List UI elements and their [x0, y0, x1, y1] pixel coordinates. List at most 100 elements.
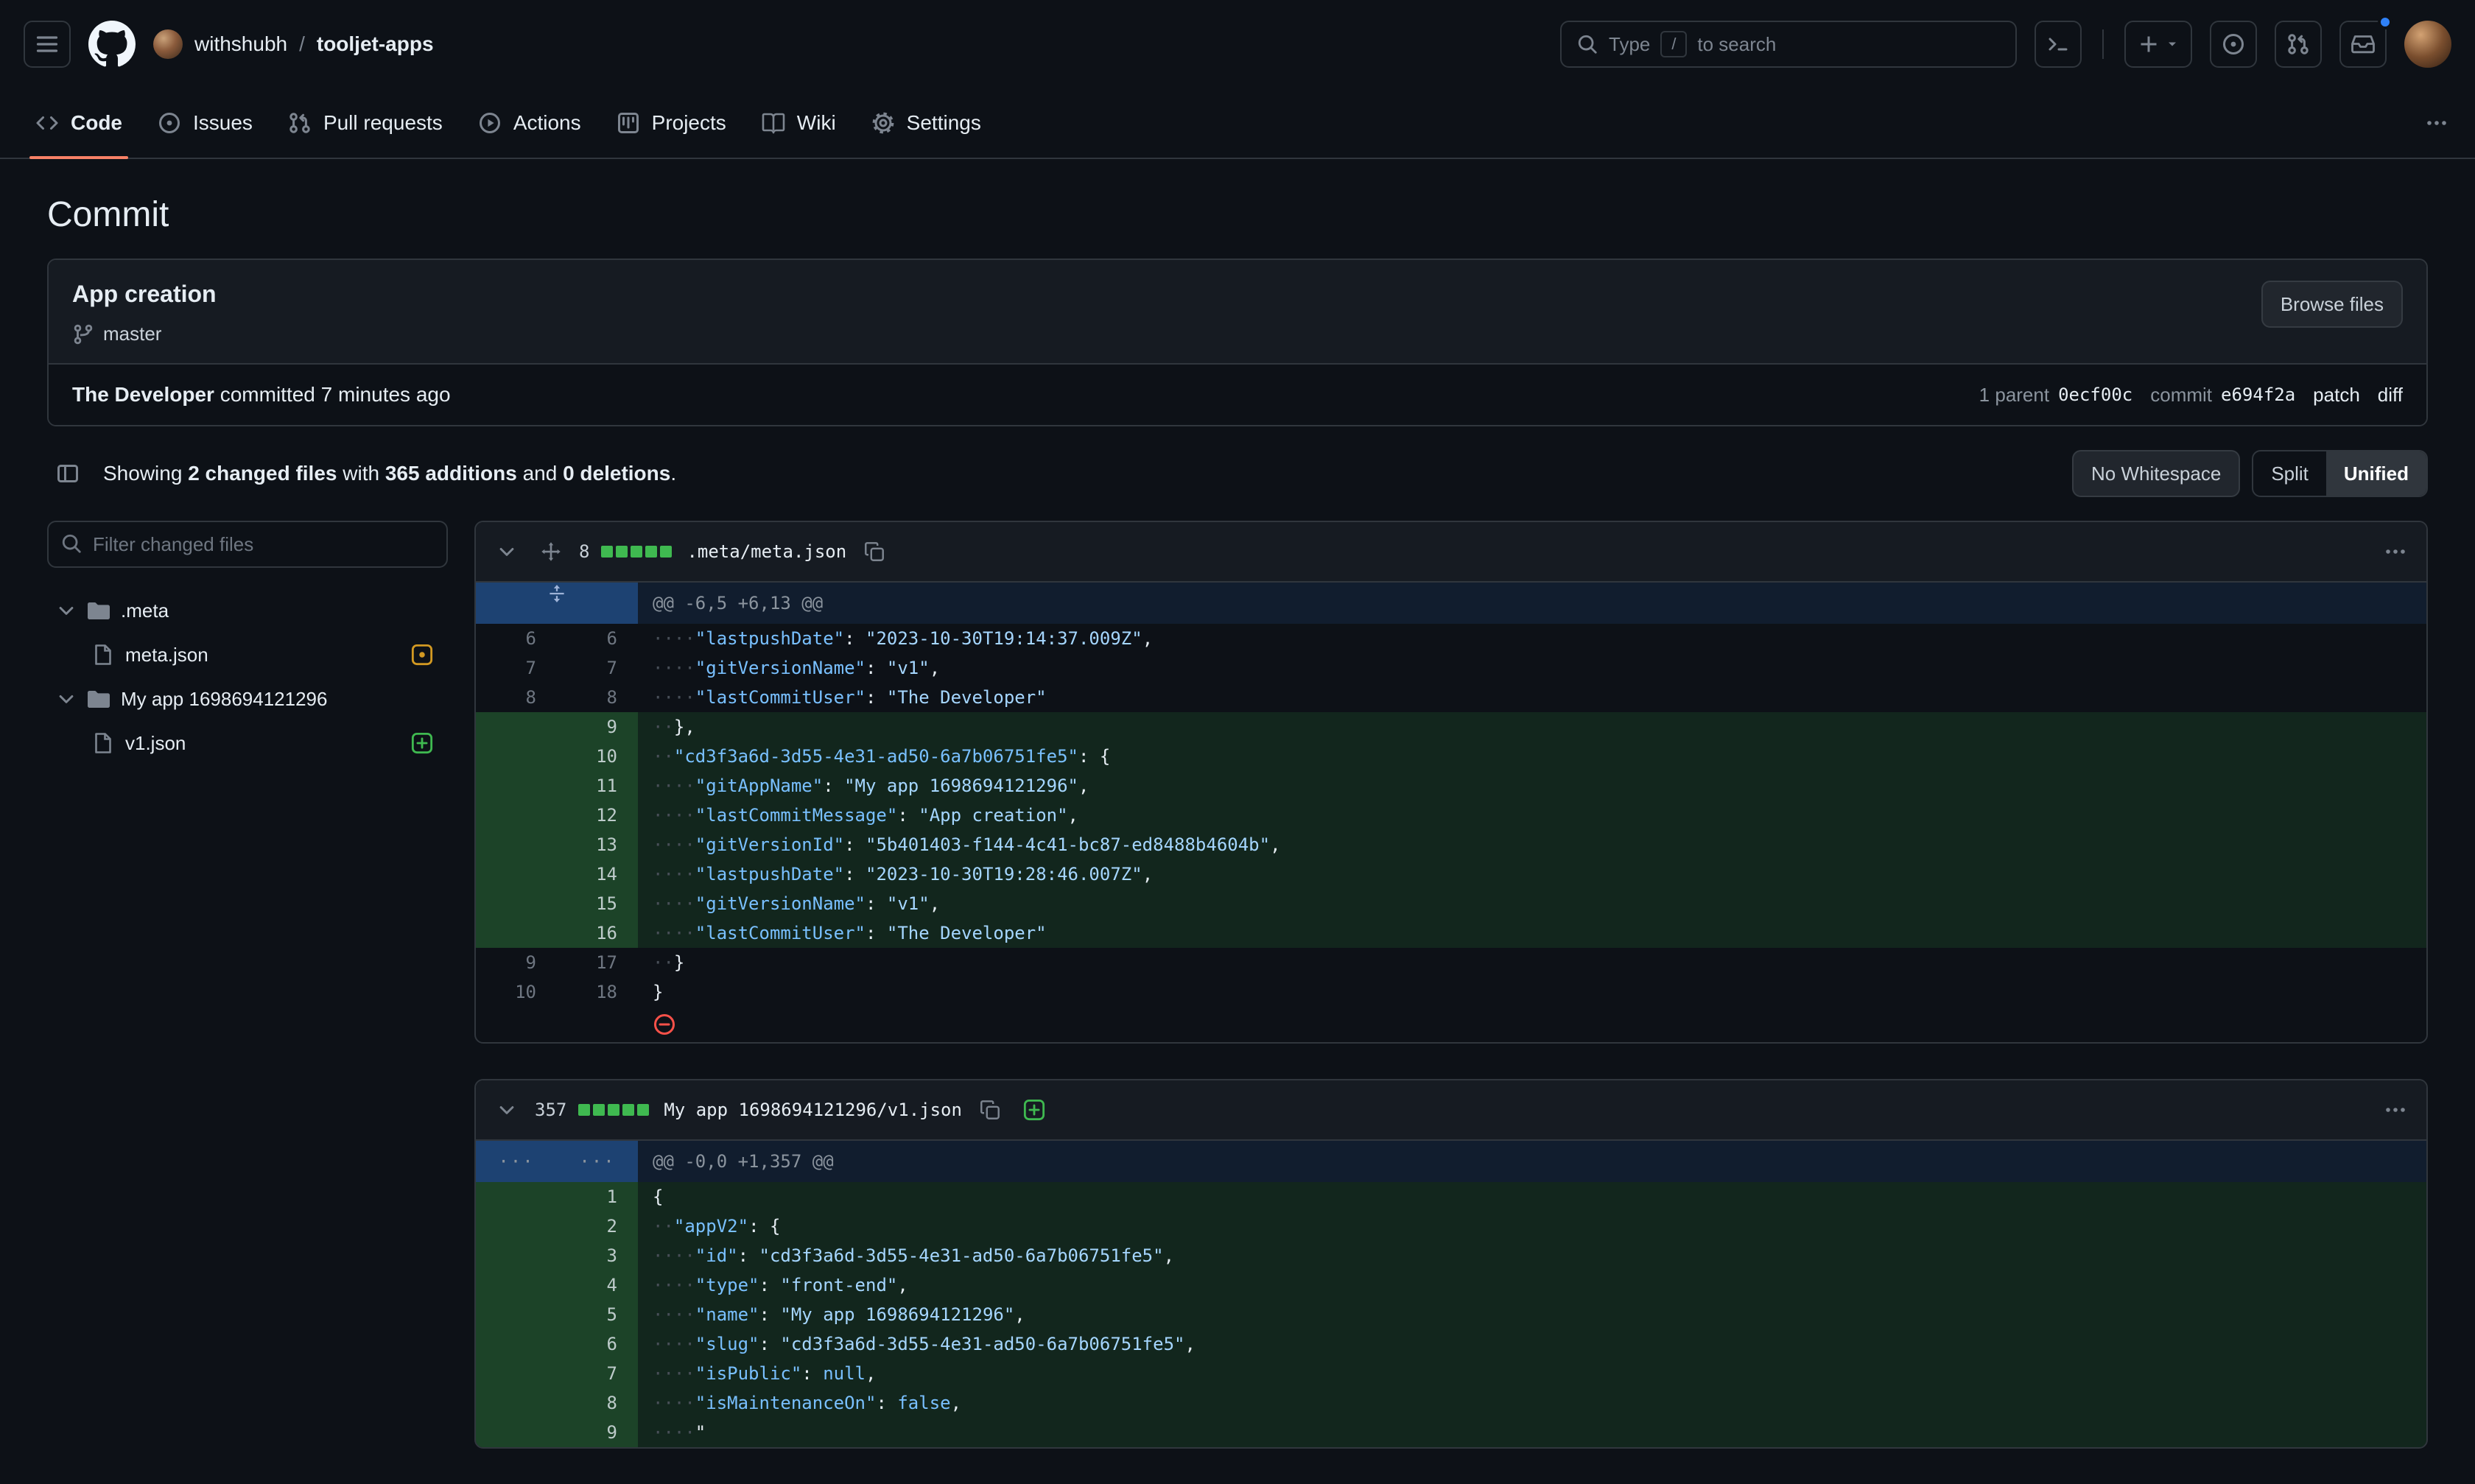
- pull-requests-dashboard-button[interactable]: [2275, 21, 2322, 68]
- line-number-old[interactable]: [476, 1241, 557, 1270]
- line-number-old[interactable]: [476, 1212, 557, 1241]
- tab-label: Wiki: [797, 111, 836, 135]
- breadcrumb-owner[interactable]: withshubh: [194, 32, 287, 56]
- breadcrumb: withshubh / tooljet-apps: [153, 29, 434, 59]
- split-view-button[interactable]: Split: [2253, 451, 2326, 496]
- tab-settings[interactable]: Settings: [854, 88, 999, 158]
- diff-line-add: 16····"lastCommitUser": "The Developer": [476, 918, 2426, 948]
- tab-actions[interactable]: Actions: [460, 88, 599, 158]
- line-number-new[interactable]: 17: [557, 948, 638, 977]
- hunk-header: @@ -6,5 +6,13 @@: [638, 583, 2426, 624]
- tree-file-v1.json[interactable]: v1.json: [47, 721, 448, 765]
- github-logo[interactable]: [88, 21, 136, 68]
- nav-overflow-button[interactable]: [2416, 102, 2457, 144]
- line-number-old[interactable]: 9: [476, 948, 557, 977]
- line-number-new[interactable]: 9: [557, 712, 638, 742]
- line-number-old[interactable]: [476, 1182, 557, 1212]
- tab-projects[interactable]: Projects: [599, 88, 744, 158]
- tab-pull-requests[interactable]: Pull requests: [270, 88, 460, 158]
- notifications-button[interactable]: [2339, 21, 2387, 68]
- line-number-old[interactable]: 8: [476, 683, 557, 712]
- chevron-down-icon[interactable]: [491, 1094, 523, 1126]
- file-kebab-button[interactable]: [2379, 1094, 2412, 1126]
- no-whitespace-button[interactable]: No Whitespace: [2072, 450, 2240, 497]
- diff-link[interactable]: diff: [2378, 384, 2403, 407]
- copy-icon[interactable]: [858, 535, 891, 568]
- git-pull-request-icon: [2286, 32, 2310, 56]
- diff-line-add: 12····"lastCommitMessage": "App creation…: [476, 801, 2426, 830]
- line-number-old[interactable]: [476, 830, 557, 859]
- code-line: ····"lastpushDate": "2023-10-30T19:28:46…: [638, 859, 2426, 889]
- line-number-new[interactable]: 9: [557, 1418, 638, 1447]
- line-number-new[interactable]: 3: [557, 1241, 638, 1270]
- line-number-new[interactable]: 4: [557, 1270, 638, 1300]
- line-number-old[interactable]: 10: [476, 977, 557, 1007]
- line-number-new[interactable]: 11: [557, 771, 638, 801]
- line-number-old[interactable]: [476, 859, 557, 889]
- file-tree-toggle-button[interactable]: [47, 453, 88, 494]
- diff-line-add: 5····"name": "My app 1698694121296",: [476, 1300, 2426, 1329]
- tab-code[interactable]: Code: [18, 88, 140, 158]
- command-palette-button[interactable]: [2035, 21, 2082, 68]
- hunk-expand[interactable]: [476, 583, 638, 624]
- breadcrumb-repo[interactable]: tooljet-apps: [317, 32, 434, 56]
- line-number-new[interactable]: 12: [557, 801, 638, 830]
- code-line: ····"lastCommitMessage": "App creation",: [638, 801, 2426, 830]
- line-number-new[interactable]: 2: [557, 1212, 638, 1241]
- line-number-old[interactable]: [476, 771, 557, 801]
- browse-files-button[interactable]: Browse files: [2261, 281, 2403, 328]
- tree-folder-My-app-1698694121296[interactable]: My app 1698694121296: [47, 677, 448, 721]
- user-avatar[interactable]: [2404, 21, 2451, 68]
- parent-sha-link[interactable]: 0ecf00c: [2058, 384, 2132, 405]
- line-number-new[interactable]: 13: [557, 830, 638, 859]
- line-number-old[interactable]: [476, 1388, 557, 1418]
- line-number-new[interactable]: 7: [557, 653, 638, 683]
- tree-item-label: v1.json: [125, 732, 186, 755]
- line-number-old[interactable]: [476, 918, 557, 948]
- line-number-old[interactable]: [476, 889, 557, 918]
- line-number-new[interactable]: 1: [557, 1182, 638, 1212]
- tree-folder-.meta[interactable]: .meta: [47, 588, 448, 633]
- line-number-old[interactable]: [476, 1329, 557, 1359]
- line-number-new[interactable]: 10: [557, 742, 638, 771]
- line-number-old[interactable]: [476, 1300, 557, 1329]
- line-number-old[interactable]: 7: [476, 653, 557, 683]
- line-number-old[interactable]: [476, 1359, 557, 1388]
- search-input[interactable]: Type / to search: [1560, 21, 2017, 68]
- diffstat-squares: [601, 546, 672, 558]
- line-number-old[interactable]: [476, 712, 557, 742]
- hamburger-button[interactable]: [24, 21, 71, 68]
- branch-name[interactable]: master: [103, 323, 161, 345]
- line-number-old[interactable]: [476, 1270, 557, 1300]
- line-number-old[interactable]: 6: [476, 624, 557, 653]
- line-number-new[interactable]: 6: [557, 1329, 638, 1359]
- unified-view-button[interactable]: Unified: [2326, 451, 2426, 496]
- line-number-new[interactable]: 8: [557, 1388, 638, 1418]
- copy-icon[interactable]: [974, 1094, 1006, 1126]
- tree-item-label: meta.json: [125, 644, 208, 667]
- tree-file-meta.json[interactable]: meta.json: [47, 633, 448, 677]
- filter-changed-files-input[interactable]: [47, 521, 448, 568]
- diff-line-add: 4····"type": "front-end",: [476, 1270, 2426, 1300]
- chevron-down-icon[interactable]: [491, 535, 523, 568]
- line-number-new[interactable]: 15: [557, 889, 638, 918]
- line-number-old[interactable]: [476, 1418, 557, 1447]
- line-number-new[interactable]: 6: [557, 624, 638, 653]
- create-new-button[interactable]: [2124, 21, 2192, 68]
- line-number-new[interactable]: 18: [557, 977, 638, 1007]
- line-number-new[interactable]: 14: [557, 859, 638, 889]
- line-number-new[interactable]: 5: [557, 1300, 638, 1329]
- line-number-new[interactable]: 7: [557, 1359, 638, 1388]
- commit-author[interactable]: The Developer: [72, 383, 214, 406]
- file-kebab-button[interactable]: [2379, 535, 2412, 568]
- line-number-new[interactable]: 16: [557, 918, 638, 948]
- patch-link[interactable]: patch: [2313, 384, 2360, 407]
- issues-dashboard-button[interactable]: [2210, 21, 2257, 68]
- line-number-old[interactable]: [476, 801, 557, 830]
- line-number-old[interactable]: [476, 742, 557, 771]
- tab-issues[interactable]: Issues: [140, 88, 270, 158]
- line-number-new[interactable]: 8: [557, 683, 638, 712]
- tab-wiki[interactable]: Wiki: [744, 88, 854, 158]
- changed-files-summary: Showing 2 changed files with 365 additio…: [103, 462, 676, 485]
- diff-line-add: 15····"gitVersionName": "v1",: [476, 889, 2426, 918]
